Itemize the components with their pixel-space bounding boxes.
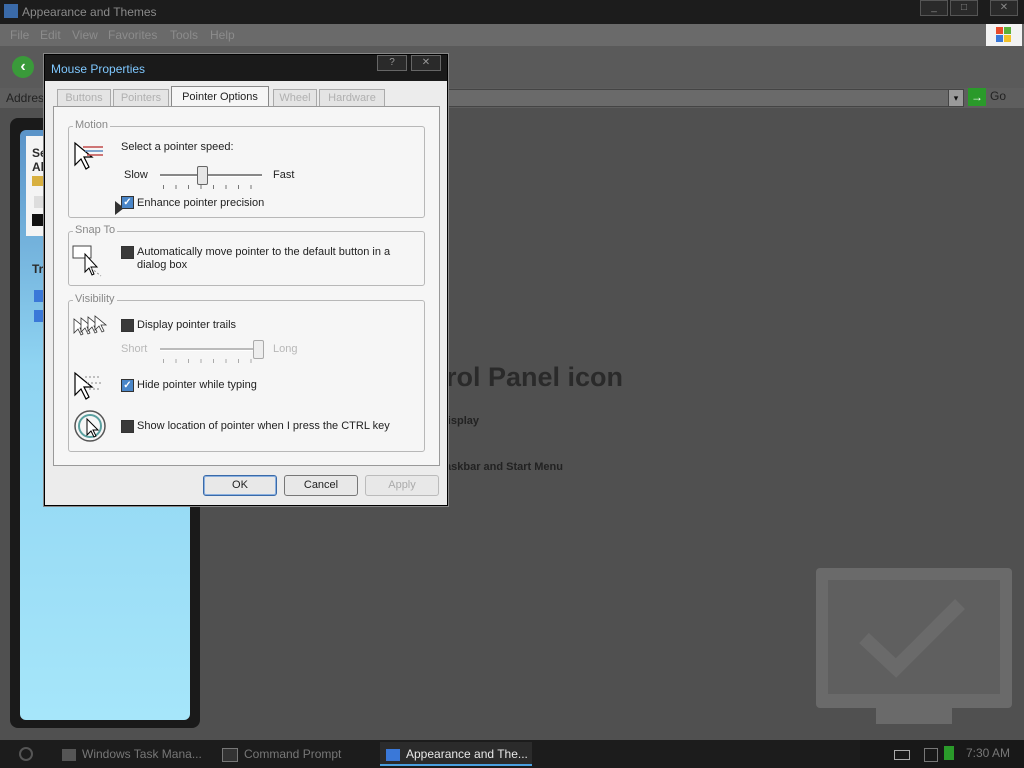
enhance-precision-label: Enhance pointer precision [137,197,265,209]
cancel-button[interactable]: Cancel [284,475,358,496]
display-icon [32,214,44,226]
help-icon [34,310,44,322]
task-pane-section-troubleshooters: Troubleshooters [32,262,44,276]
background-window-title: Appearance and Themes [22,5,157,19]
address-input[interactable] [440,89,964,107]
tab-wheel[interactable]: Wheel [273,89,317,107]
menu-help[interactable]: Help [210,28,235,42]
back-arrow-icon: ‹ [20,58,26,75]
mouse-properties-dialog: Mouse Properties ? ✕ Buttons Pointers Po… [44,54,448,506]
dialog-titlebar: Mouse Properties ? ✕ [45,55,447,81]
visibility-group-title: Visibility [73,293,117,305]
minimize-button[interactable]: _ [920,0,948,16]
pointer-speed-slider[interactable] [197,166,209,185]
windows-logo [986,24,1022,46]
motion-group-title: Motion [73,119,111,131]
hide-pointer-label: Hide pointer while typing [137,379,257,391]
tab-hardware[interactable]: Hardware [319,89,385,107]
chevron-down-icon: ▾ [953,93,959,103]
ok-button[interactable]: OK [203,475,277,496]
clock: 7:30 AM [966,746,1011,760]
network-icon[interactable] [944,746,954,760]
go-label: Go [990,89,1007,104]
apply-button[interactable]: Apply [365,475,439,496]
dialog-close-button[interactable]: ✕ [411,55,441,71]
task-pane-section-see-also: See Also [32,146,44,174]
menu-bar: File Edit View Favorites Tools Help [0,24,1024,46]
close-button[interactable]: ✕ [990,0,1018,16]
hide-pointer-checkbox[interactable]: ✓ [121,379,134,392]
go-arrow-icon: → [968,88,986,106]
pointer-speed-track[interactable] [160,174,262,177]
maximize-button[interactable]: □ [950,0,978,16]
back-button[interactable]: ‹ [12,56,34,78]
snap-to-label-line2: dialog box [137,259,188,271]
pointer-speed-icon [74,141,103,170]
tray-app-icon[interactable] [924,748,938,762]
snap-to-group-title: Snap To [73,224,118,236]
pointer-speed-ticks [163,185,259,189]
control-panel-link-display[interactable]: Display [445,415,479,427]
hide-pointer-icon [74,371,101,400]
explorer-icon [386,748,400,761]
go-button[interactable]: → Go [968,88,1020,108]
folder-icon [32,176,44,186]
motion-group: Motion Select a pointer speed: Slow Fast… [68,119,425,218]
snap-to-label-line1: Automatically move pointer to the defaul… [137,246,391,258]
windows-flag-icon [996,27,1011,42]
tab-buttons[interactable]: Buttons [57,89,111,107]
trails-track [160,348,262,351]
tab-pointer-options[interactable]: Pointer Options [171,86,269,108]
menu-favorites[interactable]: Favorites [108,28,157,42]
taskbar-item-appearance[interactable]: Appearance and The... [380,742,532,766]
slow-label: Slow [124,169,148,181]
trails-ticks [163,359,259,363]
trails-long-label: Long [273,343,298,355]
start-icon [19,747,33,761]
pointer-trails-checkbox[interactable] [121,319,134,332]
snap-to-icon [72,245,102,277]
menu-edit[interactable]: Edit [40,28,61,42]
menu-tools[interactable]: Tools [170,28,198,42]
control-panel-link-taskbar[interactable]: Taskbar and Start Menu [445,461,563,473]
snap-to-checkbox[interactable] [121,246,134,259]
trails-short-label: Short [121,343,148,355]
help-icon [34,290,44,302]
keyboard-icon[interactable] [894,750,910,760]
command-prompt-icon [222,747,238,762]
dialog-title: Mouse Properties [51,62,146,76]
pointer-speed-label: Select a pointer speed: [121,141,234,153]
menu-file[interactable]: File [10,28,29,42]
pointer-trails-icon [73,315,107,336]
show-location-checkbox[interactable] [121,420,134,433]
taskbar-item-task-manager[interactable]: Windows Task Mana... [62,742,212,766]
pointer-location-icon [74,410,106,442]
tab-pointers[interactable]: Pointers [113,89,169,107]
tab-panel: Motion Select a pointer speed: Slow Fast… [53,106,440,466]
address-dropdown-button[interactable]: ▾ [948,89,964,107]
fast-label: Fast [273,169,295,181]
task-manager-icon [62,748,76,761]
pick-icon-heading: or pick a Control Panel icon [445,362,623,392]
background-titlebar: Appearance and Themes _ □ ✕ [0,0,1024,24]
taskbar-item-command-prompt[interactable]: Command Prompt [222,742,372,766]
display-monitor-graphic [816,568,1012,724]
pointer-trails-label: Display pointer trails [137,319,237,331]
snap-to-group: Snap To Automatically move pointer to th… [68,224,425,286]
checkmark-icon [859,599,965,678]
visibility-group: Visibility Display pointer trails Short … [68,293,425,452]
enhance-precision-checkbox[interactable]: ✓ [121,196,134,209]
start-button[interactable] [8,744,44,764]
pointer-trails-slider [253,340,264,359]
explorer-window-icon [4,4,18,18]
help-button[interactable]: ? [377,55,407,71]
show-location-label: Show location of pointer when I press th… [137,420,390,432]
menu-view[interactable]: View [72,28,98,42]
page-icon [34,196,44,208]
